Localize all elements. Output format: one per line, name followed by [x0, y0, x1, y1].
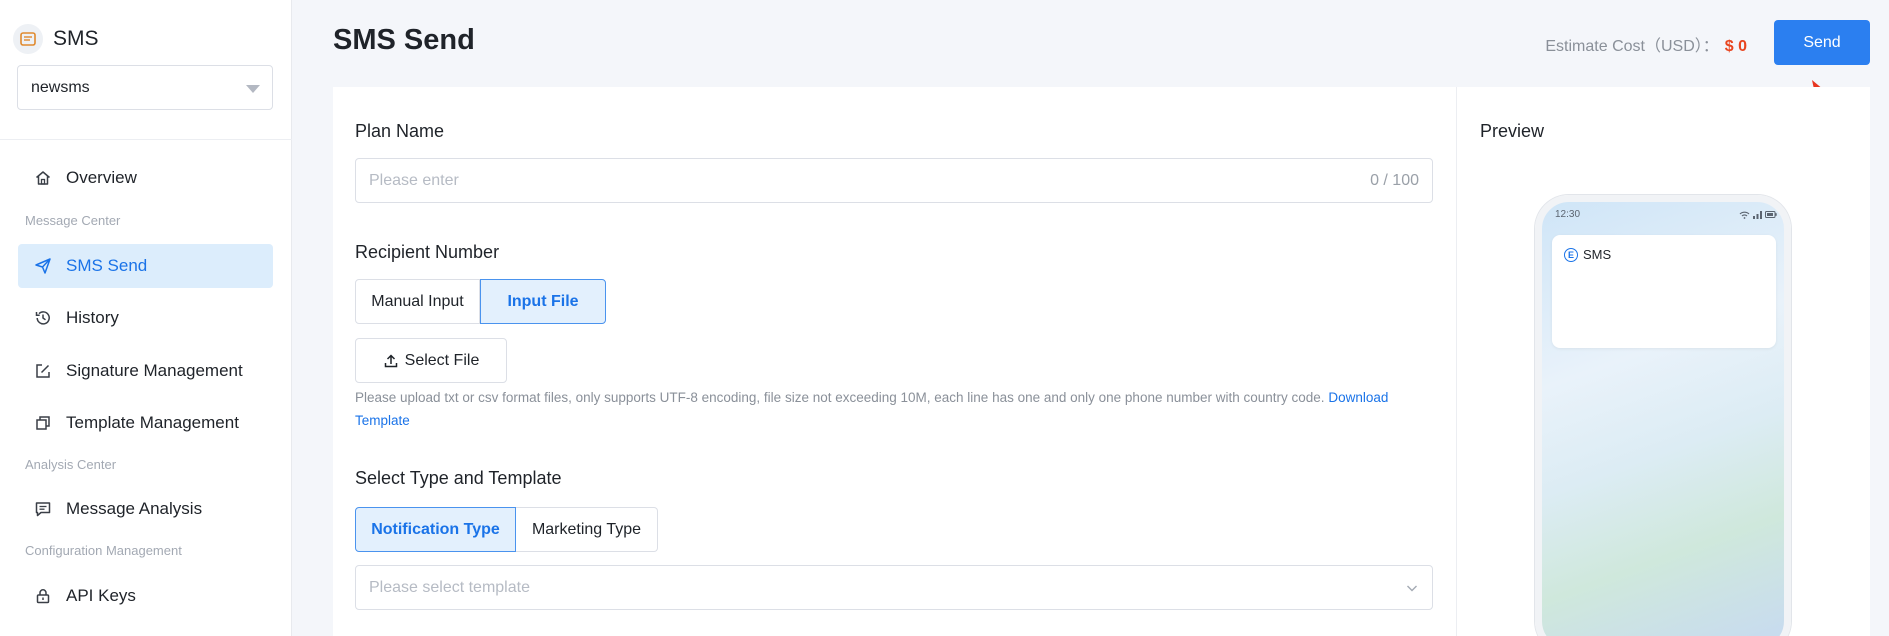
- app-select[interactable]: newsms: [17, 65, 273, 110]
- upload-help-description: Please upload txt or csv format files, o…: [355, 390, 1325, 405]
- sidebar-item-overview[interactable]: Overview: [18, 156, 273, 200]
- send-button[interactable]: Send: [1774, 20, 1870, 65]
- preview-title: Preview: [1480, 121, 1545, 141]
- select-file-button[interactable]: Select File: [355, 338, 507, 383]
- copy-icon: [36, 416, 50, 430]
- edit-icon: [36, 364, 50, 378]
- history-icon: [35, 311, 50, 325]
- upload-icon: [384, 353, 397, 367]
- sidebar-item-api-keys[interactable]: API Keys: [18, 574, 273, 618]
- sidebar-divider: [0, 139, 292, 140]
- sidebar-item-label: API Keys: [66, 586, 136, 605]
- sidebar-item-label: SMS Send: [66, 256, 148, 275]
- preview-panel: Preview 12:30 E SMS: [1456, 87, 1870, 636]
- sidebar-item-label: Signature Management: [66, 361, 243, 380]
- sidebar-item-template[interactable]: Template Management: [18, 401, 273, 445]
- tab-input-file[interactable]: Input File: [480, 279, 606, 324]
- template-select-placeholder: Please select template: [369, 578, 530, 596]
- type-tabs: Notification Type Marketing Type: [355, 507, 658, 552]
- phone-status-bar: 12:30: [1555, 209, 1777, 220]
- sidebar-item-message-analysis[interactable]: Message Analysis: [18, 487, 273, 531]
- estimate-cost-value: $ 0: [1724, 38, 1747, 55]
- plan-name-count: 0 / 100: [1370, 171, 1419, 189]
- sms-logo-icon: [13, 24, 43, 54]
- estimate-cost: Estimate Cost（USD）： $ 0: [1545, 32, 1747, 56]
- nav-section-config: Configuration Management: [25, 543, 182, 558]
- brand: SMS: [13, 24, 99, 54]
- sidebar-item-signature[interactable]: Signature Management: [18, 349, 273, 393]
- phone-preview: 12:30 E SMS: [1535, 195, 1791, 636]
- sidebar-item-history[interactable]: History: [18, 296, 273, 340]
- tab-notification-type[interactable]: Notification Type: [355, 507, 516, 552]
- caret-down-icon: [246, 85, 260, 93]
- signal-icon: [1753, 210, 1762, 219]
- sidebar-item-label: History: [66, 308, 119, 327]
- sidebar-item-label: Overview: [66, 168, 137, 187]
- sidebar-item-label: Template Management: [66, 413, 239, 432]
- tab-marketing-type[interactable]: Marketing Type: [516, 507, 658, 552]
- message-preview-card: E SMS: [1552, 235, 1776, 348]
- page-title: SMS Send: [333, 24, 475, 56]
- tab-manual-input[interactable]: Manual Input: [355, 279, 480, 324]
- plan-name-input[interactable]: Please enter 0 / 100: [355, 158, 1433, 203]
- sidebar: SMS newsms Overview Message Center SMS S…: [0, 0, 292, 636]
- template-select[interactable]: Please select template: [355, 565, 1433, 610]
- chevron-down-icon: [1407, 585, 1417, 591]
- select-file-label: Select File: [404, 351, 480, 369]
- select-type-label: Select Type and Template: [355, 468, 562, 488]
- send-icon: [35, 258, 51, 274]
- sidebar-item-label: Message Analysis: [66, 499, 203, 518]
- recipient-tabs: Manual Input Input File: [355, 279, 606, 324]
- phone-time: 12:30: [1555, 209, 1581, 220]
- recipient-number-label: Recipient Number: [355, 242, 500, 262]
- home-icon: [36, 171, 50, 185]
- sms-send-card: Plan Name Please enter 0 / 100 Recipient…: [333, 87, 1870, 636]
- phone-status-icons: [1739, 210, 1777, 219]
- brand-title: SMS: [53, 27, 99, 50]
- message-preview-header: E SMS: [1564, 247, 1611, 262]
- message-icon: [35, 502, 51, 517]
- battery-icon: [1765, 211, 1777, 218]
- message-sender: SMS: [1583, 247, 1612, 262]
- form-area: Plan Name Please enter 0 / 100 Recipient…: [333, 87, 1456, 636]
- estimate-cost-label: Estimate Cost（USD）：: [1545, 38, 1719, 55]
- nav-section-message: Message Center: [25, 213, 121, 228]
- app-select-value: newsms: [31, 78, 90, 96]
- nav-section-analysis: Analysis Center: [25, 457, 117, 472]
- upload-help-text: Please upload txt or csv format files, o…: [355, 386, 1435, 432]
- sidebar-item-sms-send[interactable]: SMS Send: [18, 244, 273, 288]
- wifi-icon: [1739, 211, 1750, 219]
- lock-icon: [36, 589, 50, 604]
- plan-name-label: Plan Name: [355, 121, 445, 141]
- sender-logo-icon: E: [1564, 247, 1578, 262]
- plan-name-placeholder: Please enter: [369, 171, 459, 189]
